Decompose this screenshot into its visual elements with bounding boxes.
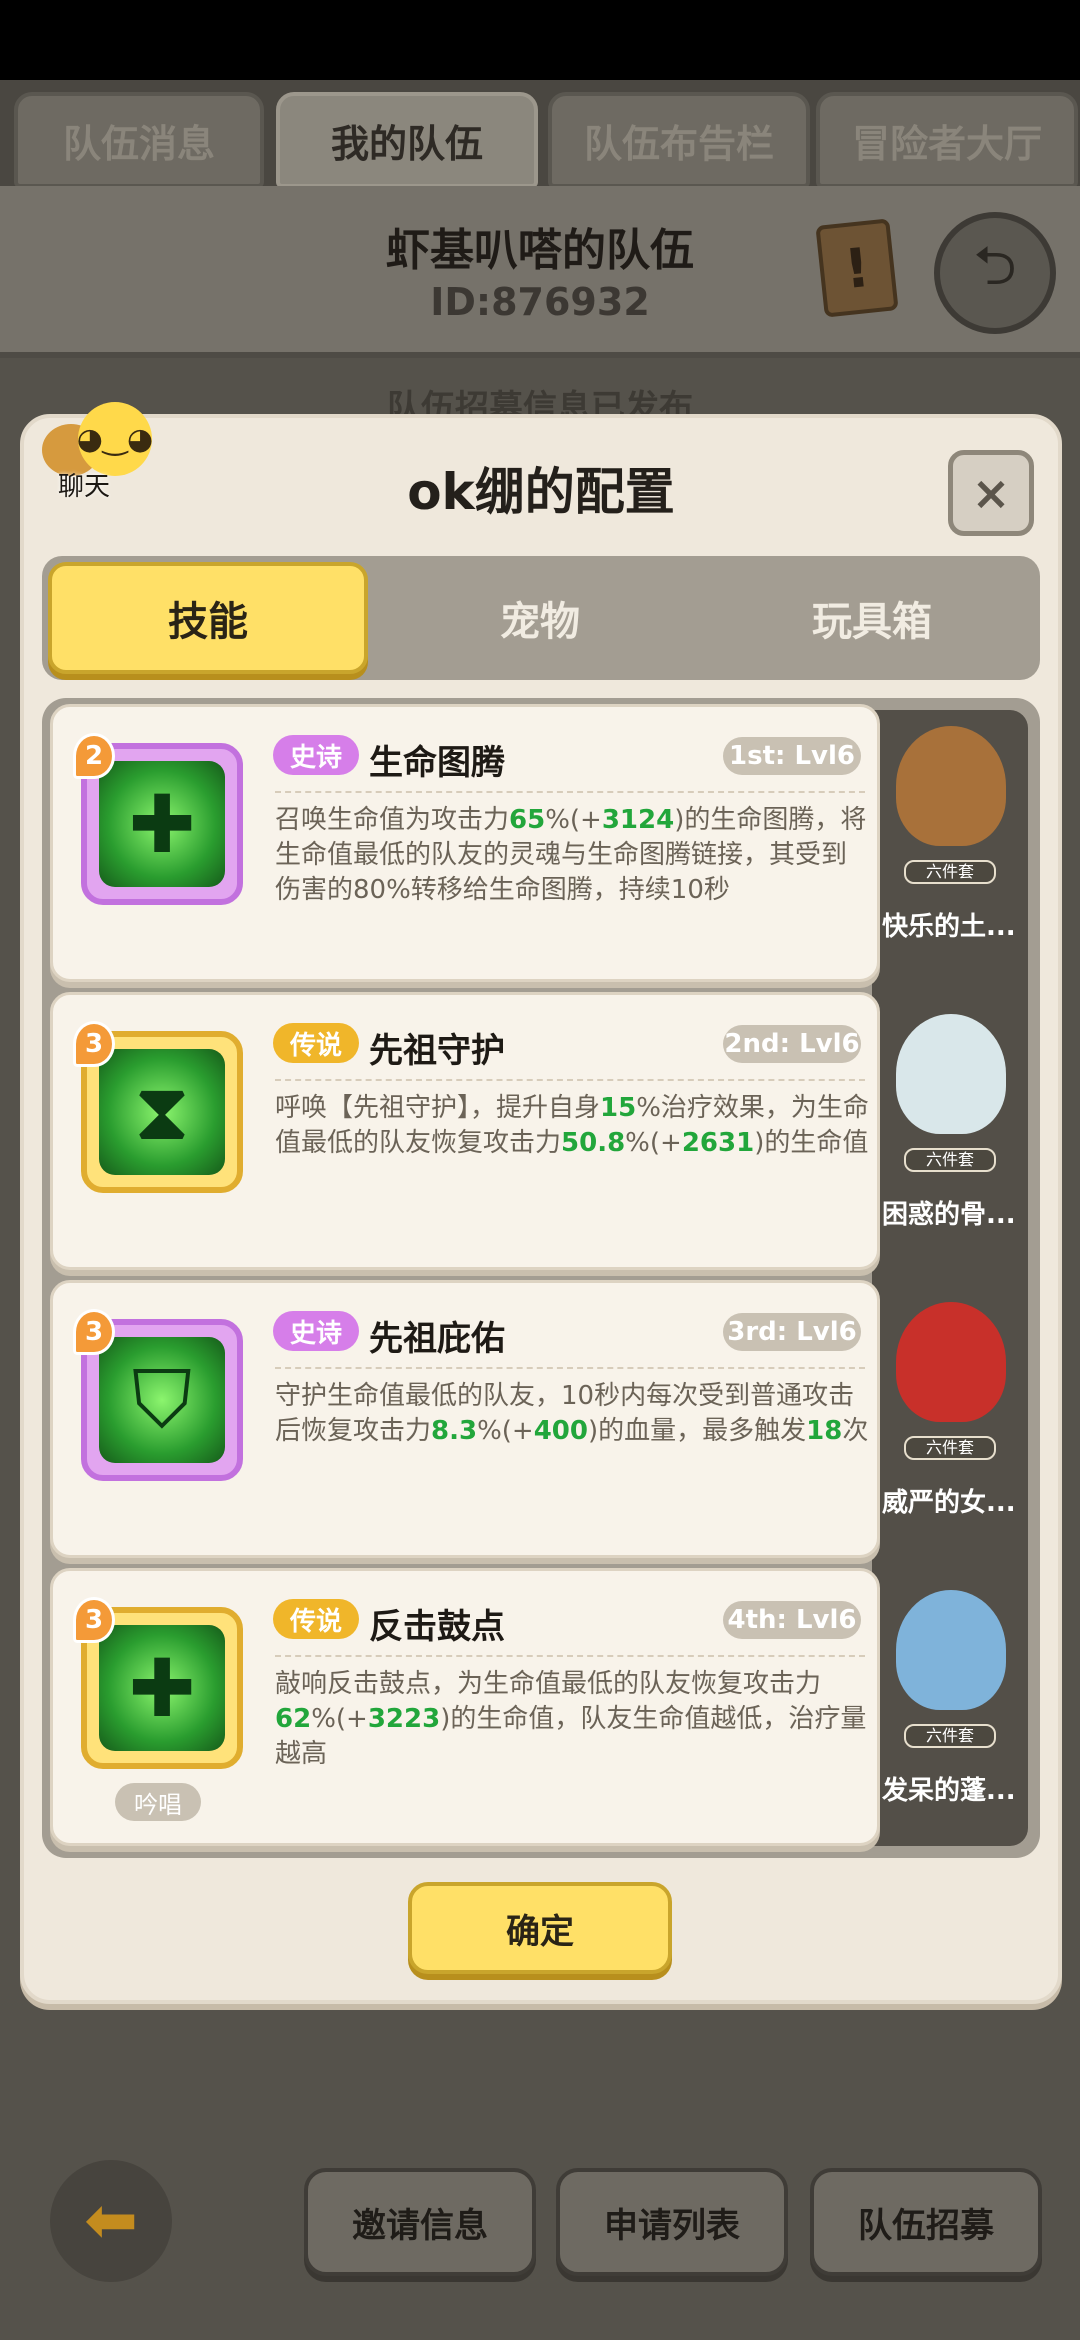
exit-arrow-icon: ⮌ xyxy=(973,234,1017,297)
pet-name: 威严的女... xyxy=(882,1488,1016,1518)
tab-pets[interactable]: 宠物 xyxy=(380,562,700,674)
divider xyxy=(275,1367,865,1369)
pet-slot[interactable]: 六件套 困惑的骨... xyxy=(874,1004,1026,1278)
value-highlight: 50.8 xyxy=(561,1128,626,1158)
notice-scroll-icon[interactable]: ! xyxy=(815,218,899,318)
value-highlight: 2631 xyxy=(681,1128,755,1158)
skill-level: 1st: Lvl6 xyxy=(723,737,861,775)
value-highlight: 8.3 xyxy=(431,1416,478,1446)
tab-team-messages[interactable]: 队伍消息 xyxy=(14,92,264,188)
skill-level: 3rd: Lvl6 xyxy=(723,1313,861,1351)
pet-figure-icon xyxy=(896,726,1006,846)
team-name: 虾基叭嗒的队伍 xyxy=(386,225,694,276)
modal-title: ok绷的配置 xyxy=(407,463,675,521)
team-id: ID:876932 xyxy=(430,280,650,324)
back-arrow-icon: ⬅ xyxy=(84,2184,138,2258)
pet-slot[interactable]: 六件套 威严的女... xyxy=(874,1292,1026,1566)
chant-tag: 吟唱 xyxy=(115,1783,201,1821)
value-highlight: 3223 xyxy=(367,1704,441,1734)
exit-team-button[interactable]: ⮌ xyxy=(934,212,1056,334)
skill-badge: 3 xyxy=(73,1597,115,1643)
confirm-button[interactable]: 确定 xyxy=(408,1882,672,1974)
skill-badge: 3 xyxy=(73,1021,115,1067)
rarity-tag: 传说 xyxy=(273,1599,359,1639)
pet-set-tag: 六件套 xyxy=(904,1724,996,1748)
tab-my-team[interactable]: 我的队伍 xyxy=(276,92,538,188)
skill-description: 召唤生命值为攻击力65%(+3124)的生命图腾，将生命值最低的队友的灵魂与生命… xyxy=(275,803,871,908)
desc-text: )的血量，最多触发 xyxy=(588,1416,807,1446)
back-button[interactable]: ⬅ xyxy=(50,2160,172,2282)
pet-name: 发呆的蓬... xyxy=(882,1776,1016,1806)
drum-icon: ✚ xyxy=(99,1625,225,1751)
desc-text: )的生命值 xyxy=(754,1128,869,1158)
pet-name: 快乐的土... xyxy=(882,912,1016,942)
tab-team-board[interactable]: 队伍布告栏 xyxy=(548,92,810,188)
pet-set-tag: 六件套 xyxy=(904,1436,996,1460)
skill-level: 4th: Lvl6 xyxy=(723,1601,861,1639)
desc-text: %(+ xyxy=(545,805,602,835)
divider xyxy=(275,1079,865,1081)
value-highlight: 65 xyxy=(509,805,546,835)
pet-figure-icon xyxy=(896,1014,1006,1134)
skill-name: 先祖守护 xyxy=(369,1031,505,1071)
skill-description: 敲响反击鼓点，为生命值最低的队友恢复攻击力62%(+3223)的生命值，队友生命… xyxy=(275,1667,871,1772)
tab-skills[interactable]: 技能 xyxy=(48,562,368,674)
tab-toybox[interactable]: 玩具箱 xyxy=(712,562,1032,674)
value-highlight: 18 xyxy=(806,1416,843,1446)
desc-text: 召唤生命值为攻击力 xyxy=(275,805,510,835)
rarity-tag: 史诗 xyxy=(273,1311,359,1351)
life-totem-icon: ✚ xyxy=(99,761,225,887)
rarity-tag: 史诗 xyxy=(273,735,359,775)
skill-level: 2nd: Lvl6 xyxy=(723,1025,861,1063)
value-highlight: 62 xyxy=(275,1704,312,1734)
pet-name: 困惑的骨... xyxy=(882,1200,1016,1230)
desc-text: 呼唤【先祖守护】，提升自身 xyxy=(275,1093,601,1123)
desc-text: %(+ xyxy=(625,1128,682,1158)
desc-text: 敲响反击鼓点，为生命值最低的队友恢复攻击力 xyxy=(275,1669,822,1699)
desc-text: %(+ xyxy=(477,1416,534,1446)
skill-name: 反击鼓点 xyxy=(369,1607,505,1647)
rarity-tag: 传说 xyxy=(273,1023,359,1063)
skill-card[interactable]: ⧗ 3 传说 先祖守护 2nd: Lvl6 呼唤【先祖守护】，提升自身15%治疗… xyxy=(50,992,880,1270)
skill-description: 守护生命值最低的队友，10秒内每次受到普通攻击后恢复攻击力8.3%(+400)的… xyxy=(275,1379,871,1449)
status-bar xyxy=(0,0,1080,80)
invite-info-button[interactable]: 邀请信息 xyxy=(304,2168,536,2276)
tab-adventurer-hall[interactable]: 冒险者大厅 xyxy=(816,92,1078,188)
skill-card[interactable]: ✚ 3 吟唱 传说 反击鼓点 4th: Lvl6 敲响反击鼓点，为生命值最低的队… xyxy=(50,1568,880,1846)
skill-badge: 2 xyxy=(73,733,115,779)
close-button[interactable]: × xyxy=(948,450,1034,536)
desc-text: %(+ xyxy=(311,1704,368,1734)
shield-icon: ⛉ xyxy=(99,1337,225,1463)
skill-card[interactable]: ⛉ 3 史诗 先祖庇佑 3rd: Lvl6 守护生命值最低的队友，10秒内每次受… xyxy=(50,1280,880,1558)
skill-card[interactable]: ✚ 2 史诗 生命图腾 1st: Lvl6 召唤生命值为攻击力65%(+3124… xyxy=(50,704,880,982)
skill-description: 呼唤【先祖守护】，提升自身15%治疗效果，为生命值最低的队友恢复攻击力50.8%… xyxy=(275,1091,871,1161)
value-highlight: 15 xyxy=(600,1093,637,1123)
team-recruit-button[interactable]: 队伍招募 xyxy=(810,2168,1042,2276)
pet-set-tag: 六件套 xyxy=(904,860,996,884)
skill-badge: 3 xyxy=(73,1309,115,1355)
ancestor-guard-icon: ⧗ xyxy=(99,1049,225,1175)
desc-text: 次 xyxy=(842,1416,869,1446)
divider xyxy=(275,791,865,793)
skill-name: 先祖庇佑 xyxy=(369,1319,505,1359)
value-highlight: 400 xyxy=(533,1416,588,1446)
pet-slot[interactable]: 六件套 快乐的土... xyxy=(874,716,1026,990)
pet-slot[interactable]: 六件套 发呆的蓬... xyxy=(874,1580,1026,1854)
apply-list-button[interactable]: 申请列表 xyxy=(556,2168,788,2276)
skill-name: 生命图腾 xyxy=(369,743,505,783)
pet-set-tag: 六件套 xyxy=(904,1148,996,1172)
value-highlight: 3124 xyxy=(601,805,675,835)
pet-figure-icon xyxy=(896,1590,1006,1710)
divider xyxy=(275,1655,865,1657)
pet-figure-icon xyxy=(896,1302,1006,1422)
